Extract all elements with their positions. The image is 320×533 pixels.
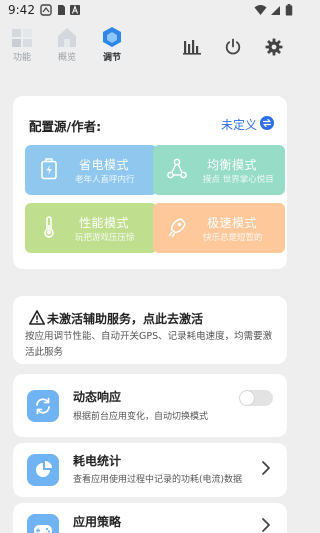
top-bar: 功能 概览 调节 (0, 26, 300, 66)
mode-subtitle: 老年人直呼内行 (75, 175, 135, 185)
pie-chart-icon (27, 454, 59, 486)
tab-overview[interactable]: 概览 (50, 26, 84, 63)
network-icon (167, 158, 187, 179)
chevron-right-icon (262, 518, 270, 532)
gamepad-icon (27, 514, 59, 533)
power-stats-card[interactable]: 耗电统计 查看应用使用过程中记录的功耗(电流)数据 (13, 443, 287, 497)
app-policy-card[interactable]: 应用策略 (13, 503, 287, 533)
warning-title-text: 未激活辅助服务，点此去激活 (47, 312, 204, 326)
bar-chart-icon[interactable] (183, 38, 201, 56)
config-card: 配置源/作者: 未定义 省电模式 老年人直呼内行 均衡模式 摸点 世界掌心悦目 … (13, 96, 287, 269)
feature-title: 耗电统计 (73, 454, 122, 468)
feature-desc: 查看应用使用过程中记录的功耗(电流)数据 (73, 475, 243, 485)
home-icon (58, 28, 76, 47)
mode-performance[interactable]: 性能模式 玩把游戏压压惊 (25, 203, 157, 253)
mode-balanced[interactable]: 均衡模式 摸点 世界掌心悦目 (153, 145, 285, 195)
tab-label: 功能 (12, 53, 31, 63)
config-source-label: 配置源/作者: (29, 119, 102, 134)
text-a-icon (70, 4, 80, 15)
mode-title: 性能模式 (79, 216, 130, 230)
config-source-value[interactable]: 未定义 (221, 116, 257, 133)
battery-icon (285, 4, 293, 16)
mode-subtitle: 快乐总是短暂的 (203, 233, 263, 243)
mode-turbo[interactable]: 极速模式 快乐总是短暂的 (153, 203, 285, 253)
wifi-icon (254, 5, 267, 15)
tab-functions[interactable]: 功能 (5, 26, 39, 63)
swap-icon[interactable] (260, 116, 274, 130)
chevron-right-icon (262, 461, 270, 475)
mode-title: 均衡模式 (207, 158, 258, 172)
tab-label: 概览 (57, 53, 76, 63)
feature-desc: 根据前台应用变化，自动切换模式 (73, 412, 209, 422)
warning-icon (29, 310, 45, 325)
tab-label: 调节 (102, 53, 121, 63)
mode-title: 省电模式 (79, 158, 130, 172)
tab-tuning[interactable]: 调节 (95, 26, 129, 63)
sim-icon (58, 5, 65, 15)
mode-title: 极速模式 (207, 216, 258, 230)
puzzle-icon (12, 29, 32, 47)
sync-icon (27, 390, 59, 422)
signal-icon (271, 6, 280, 15)
status-bar: 9:42 (0, 0, 300, 22)
toggle-knob (240, 391, 254, 405)
power-icon[interactable] (224, 38, 242, 56)
warning-title: 未激活辅助服务，点此去激活 (29, 310, 203, 327)
mode-power-saving[interactable]: 省电模式 老年人直呼内行 (25, 145, 157, 195)
mode-subtitle: 玩把游戏压压惊 (75, 233, 135, 243)
rocket-icon (168, 218, 186, 238)
notification-icon (40, 4, 52, 16)
battery-icon (41, 158, 57, 180)
feature-title: 动态响应 (73, 390, 122, 404)
accessibility-warning-card[interactable]: 未激活辅助服务，点此去激活 按应用调节性能、自动开关GPS、记录耗电速度，均需要… (13, 296, 287, 364)
status-time: 9:42 (8, 3, 35, 17)
feature-title: 应用策略 (73, 515, 122, 529)
warning-body: 按应用调节性能、自动开关GPS、记录耗电速度，均需要激活此服务 (25, 331, 273, 358)
dynamic-response-toggle[interactable] (239, 390, 273, 406)
dynamic-response-card[interactable]: 动态响应 根据前台应用变化，自动切换模式 (13, 374, 287, 437)
hexagon-icon (103, 27, 121, 47)
gear-icon[interactable] (265, 38, 283, 56)
thermometer-icon (44, 216, 54, 238)
mode-subtitle: 摸点 世界掌心悦目 (203, 175, 274, 185)
